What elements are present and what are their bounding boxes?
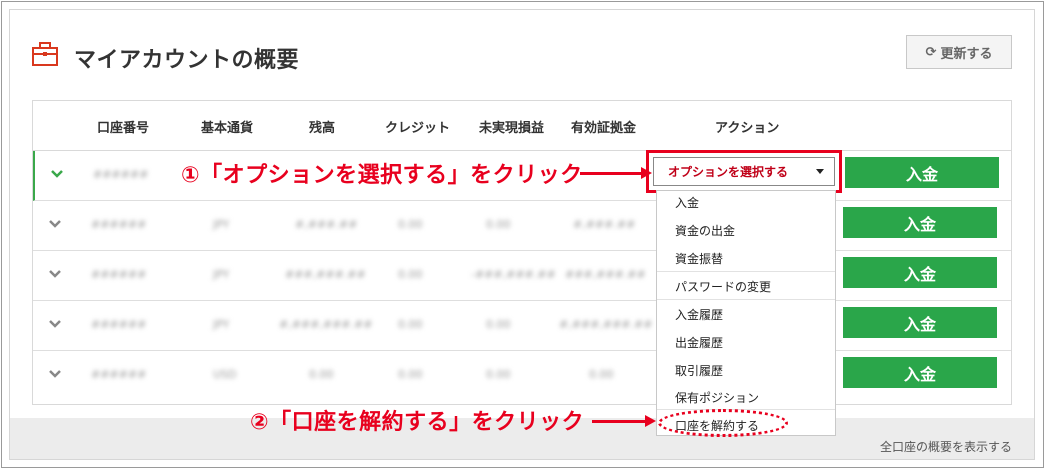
menu-item-withdraw-history[interactable]: 出金履歴: [675, 334, 723, 351]
equity: #,###,###.##: [559, 318, 653, 331]
table-header: 口座番号 基本通貨 残高 クレジット 未実現損益 有効証拠金 アクション: [33, 101, 1011, 151]
currency: JPY: [213, 318, 230, 331]
credit: 0.00: [398, 368, 423, 381]
chevron-down-icon[interactable]: [47, 163, 67, 183]
account-overview-panel: マイアカウントの概要 ⟳ 更新する 口座番号 基本通貨 残高 クレジット 未実現…: [9, 9, 1035, 460]
briefcase-icon: [32, 42, 58, 66]
unrealized-pl: 0.00: [486, 218, 511, 231]
menu-item-open-positions[interactable]: 保有ポジション: [675, 389, 759, 406]
equity: #,###.##: [573, 218, 636, 231]
options-select[interactable]: オプションを選択する: [653, 157, 835, 186]
annotation-step2: ②「口座を解約する」をクリック: [250, 410, 585, 435]
account-number: ######: [93, 168, 149, 181]
column-header: アクション: [715, 121, 780, 136]
balance: ###,###.##: [285, 268, 366, 281]
menu-item-transfer[interactable]: 資金振替: [675, 250, 723, 267]
annotation-step1: ①「オプションを選択する」をクリック: [181, 163, 583, 188]
balance: #,###,###.##: [279, 318, 373, 331]
credit: 0.00: [398, 218, 423, 231]
caret-down-icon: [816, 169, 824, 174]
table-row[interactable]: ###### JPY #,###,###.## 0.00 0.00 #,###,…: [33, 301, 1011, 351]
chevron-down-icon[interactable]: [45, 213, 65, 233]
table-row[interactable]: ###### JPY ###,###.## 0.00 -###,###.## #…: [33, 251, 1011, 301]
chevron-down-icon[interactable]: [45, 313, 65, 333]
annotation-arrow-line: [592, 420, 646, 423]
refresh-label: 更新する: [940, 46, 993, 62]
equity: ###,###.##: [565, 268, 646, 281]
options-select-highlight: オプションを選択する: [646, 150, 842, 193]
menu-item-trade-history[interactable]: 取引履歴: [675, 362, 723, 379]
account-number: ######: [91, 318, 147, 331]
column-header: クレジット: [385, 121, 451, 136]
arrow-right-icon: [641, 167, 652, 179]
deposit-button[interactable]: 入金: [843, 257, 997, 288]
deposit-button[interactable]: 入金: [843, 207, 997, 238]
credit: 0.00: [398, 318, 423, 331]
account-number: ######: [91, 268, 147, 281]
menu-item-deposit-history[interactable]: 入金履歴: [675, 306, 723, 323]
annotation-arrow-line: [580, 172, 642, 175]
unrealized-pl: 0.00: [486, 318, 511, 331]
column-header: 基本通貨: [201, 121, 254, 136]
menu-divider: [657, 271, 835, 272]
chevron-down-icon[interactable]: [45, 263, 65, 283]
equity: 0.00: [589, 368, 614, 381]
balance: 0.00: [309, 368, 334, 381]
menu-item-withdraw[interactable]: 資金の出金: [675, 222, 735, 239]
refresh-button[interactable]: ⟳ 更新する: [906, 35, 1012, 69]
balance: #,###.##: [295, 218, 358, 231]
chevron-down-icon[interactable]: [45, 363, 65, 383]
account-number: ######: [91, 218, 147, 231]
column-header: 残高: [309, 121, 336, 136]
unrealized-pl: 0.00: [486, 368, 511, 381]
column-header: 有効証拠金: [571, 121, 637, 136]
view-all-accounts-link[interactable]: 全口座の概要を表示する: [880, 438, 1012, 455]
options-select-value: オプションを選択する: [668, 165, 789, 179]
refresh-icon: ⟳: [925, 44, 937, 60]
account-number: ######: [91, 368, 147, 381]
table-row[interactable]: ###### USD 0.00 0.00 0.00 0.00 入金: [33, 351, 1011, 401]
table-row[interactable]: ###### JPY #,###.## 0.00 0.00 #,###.## 入…: [33, 201, 1011, 251]
deposit-button[interactable]: 入金: [843, 307, 997, 338]
menu-item-deposit[interactable]: 入金: [675, 194, 699, 211]
credit: 0.00: [398, 268, 423, 281]
deposit-button[interactable]: 入金: [843, 357, 997, 388]
currency: USD: [213, 368, 237, 381]
close-account-highlight: [658, 409, 788, 437]
page-title: マイアカウントの概要: [74, 48, 300, 73]
menu-divider: [657, 299, 835, 300]
currency: JPY: [213, 268, 230, 281]
arrow-right-icon: [645, 415, 656, 427]
deposit-button[interactable]: 入金: [845, 157, 999, 188]
accounts-table: 口座番号 基本通貨 残高 クレジット 未実現損益 有効証拠金 アクション ###…: [32, 100, 1012, 405]
currency: JPY: [213, 218, 230, 231]
options-dropdown-menu: 入金 資金の出金 資金振替 パスワードの変更 入金履歴 出金履歴 取引履歴 保有…: [656, 190, 836, 436]
unrealized-pl: -###,###.##: [471, 268, 556, 281]
column-header: 口座番号: [97, 121, 150, 136]
column-header: 未実現損益: [479, 121, 545, 136]
menu-item-change-password[interactable]: パスワードの変更: [675, 278, 771, 295]
